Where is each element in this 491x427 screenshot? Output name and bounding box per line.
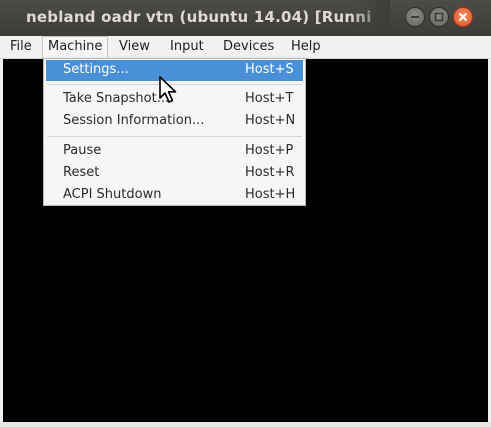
menu-item-shortcut: Host+H <box>245 187 296 202</box>
menu-item-shortcut: Host+N <box>245 113 296 128</box>
menu-item-label: Session Information... <box>63 113 205 128</box>
virtualbox-vm-window: nebland oadr vtn (ubuntu 14.04) [Runni F… <box>0 0 491 427</box>
menu-item-reset[interactable]: Reset Host+R <box>46 163 303 184</box>
menu-item-label: Settings... <box>63 62 129 77</box>
menu-item-label: Pause <box>63 143 102 158</box>
menu-separator <box>47 136 302 137</box>
close-button[interactable] <box>453 7 473 27</box>
minimize-icon <box>411 16 419 18</box>
menu-input[interactable]: Input <box>165 36 209 58</box>
menu-machine[interactable]: Machine <box>42 36 109 58</box>
title-bar[interactable]: nebland oadr vtn (ubuntu 14.04) [Runni <box>0 0 491 36</box>
menu-item-label: Take Snapshot... <box>63 91 170 106</box>
close-icon <box>459 13 467 21</box>
menu-item-pause[interactable]: Pause Host+P <box>46 141 303 162</box>
mouse-pointer-icon <box>159 76 177 103</box>
menu-file[interactable]: File <box>5 36 37 58</box>
window-controls <box>405 7 473 27</box>
menu-item-shortcut: Host+T <box>245 91 294 106</box>
minimize-button[interactable] <box>405 7 425 27</box>
menu-item-session-information[interactable]: Session Information... Host+N <box>46 111 303 132</box>
menu-bar: File Machine View Input Devices Help <box>0 36 491 59</box>
menu-item-label: Reset <box>63 165 100 180</box>
maximize-button[interactable] <box>429 7 449 27</box>
menu-item-acpi-shutdown[interactable]: ACPI Shutdown Host+H <box>46 185 303 206</box>
menu-view[interactable]: View <box>114 36 155 58</box>
menu-item-shortcut: Host+P <box>245 143 294 158</box>
menu-item-shortcut: Host+R <box>245 165 295 180</box>
maximize-icon <box>434 12 444 22</box>
menu-item-label: ACPI Shutdown <box>63 187 162 202</box>
status-bar <box>0 422 491 427</box>
menu-devices[interactable]: Devices <box>218 36 279 58</box>
window-title: nebland oadr vtn (ubuntu 14.04) [Runni <box>26 8 372 26</box>
menu-item-shortcut: Host+S <box>245 62 294 77</box>
title-fade <box>350 0 390 36</box>
menu-help[interactable]: Help <box>286 36 326 58</box>
